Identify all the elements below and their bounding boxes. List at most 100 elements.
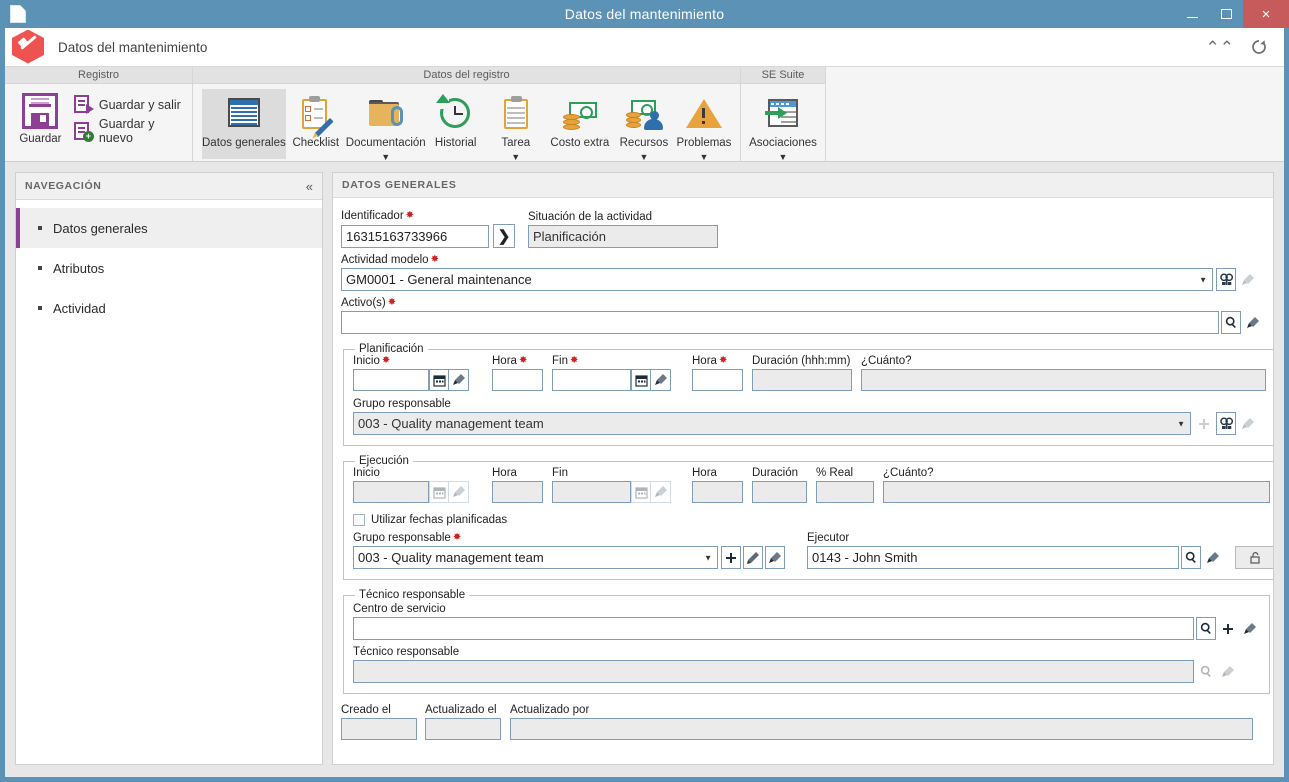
chevron-down-icon[interactable]: ▼ [699,153,708,162]
ejecutor-group: Ejecutor [807,532,1273,569]
plan-duracion-label: Duración (hhh:mm) [752,355,851,367]
identificador-group: Identificador ❯ [341,210,515,248]
centro-servicio-search-button[interactable] [1196,617,1216,640]
actualizado-por-label: Actualizado por [510,704,590,716]
bullet-icon [38,266,42,270]
utilizar-fechas-checkbox[interactable] [353,514,365,526]
plan-hora-inicio-input[interactable] [492,369,543,391]
ejec-fin-clear-button[interactable] [651,481,671,503]
tecnico-responsable-clear-button[interactable] [1218,660,1238,683]
ejec-fin-group: Fin [552,467,671,503]
chevron-down-icon[interactable]: ▼ [779,153,788,162]
refresh-icon[interactable] [1250,38,1268,56]
plan-fin-input[interactable] [552,369,631,391]
utilizar-fechas-row[interactable]: Utilizar fechas planificadas [353,514,1273,526]
close-button[interactable]: × [1243,0,1289,28]
plan-grupo-clear-button[interactable] [1238,412,1258,435]
sidebar-item-actividad[interactable]: Actividad [16,288,322,328]
app-logo-icon [12,29,46,64]
plan-cuanto-label: ¿Cuánto? [861,355,912,367]
ejec-cuanto-group: ¿Cuánto? [883,467,1270,503]
actividad-modelo-select[interactable] [341,268,1213,291]
ribbon-button-tarea[interactable]: Tarea ▼ [486,89,546,162]
plan-inicio-input[interactable] [353,369,429,391]
required-icon [519,355,527,366]
activos-search-button[interactable] [1221,311,1241,334]
collapse-sidebar-icon[interactable]: « [306,179,313,194]
ribbon-button-asociaciones[interactable]: Asociaciones ▼ [747,89,819,162]
plan-inicio-group: Inicio [353,355,469,391]
ribbon-group-title: Registro [5,67,192,84]
actividad-modelo-label: Actividad modelo [341,254,1263,266]
actividad-modelo-search-button[interactable] [1216,268,1236,291]
minimize-button[interactable] [1175,0,1209,28]
activos-label: Activo(s) [341,297,1263,309]
save-and-new-button[interactable]: + Guardar y nuevo [73,117,186,145]
ejecutor-input[interactable] [807,546,1179,569]
ejec-pct-real-input [816,481,874,503]
tecnico-responsable-input [353,660,1194,683]
collapse-ribbon-icon[interactable]: ⌃⌃ [1206,39,1235,56]
chevron-down-icon[interactable]: ▼ [381,153,390,162]
plan-hora-fin-input[interactable] [692,369,743,391]
required-icon [406,210,414,221]
plan-fin-clear-button[interactable] [651,369,671,391]
sidebar-item-datos-generales[interactable]: Datos generales [16,208,322,248]
actualizado-el-input [425,718,501,740]
centro-servicio-input[interactable] [353,617,1194,640]
extra-cost-icon [561,94,599,132]
ribbon-button-costo-extra[interactable]: Costo extra [546,89,614,159]
window-title: Datos del mantenimiento [564,6,725,22]
maximize-button[interactable] [1209,0,1243,28]
chevron-down-icon[interactable]: ▼ [511,153,520,162]
ribbon-button-label: Recursos [619,137,669,149]
activos-clear-button[interactable] [1243,311,1263,334]
ribbon-button-historial[interactable]: Historial [426,89,486,159]
ribbon-button-label: Documentación [345,137,426,149]
plan-inicio-calendar-button[interactable] [429,369,449,391]
activos-group: Activo(s) [341,297,1263,334]
ejecutor-search-button[interactable] [1181,546,1201,569]
ejec-grupo-clear-button[interactable] [765,546,785,569]
ejec-grupo-edit-button[interactable] [743,546,763,569]
plan-fin-calendar-button[interactable] [631,369,651,391]
ejecutor-clear-button[interactable] [1203,546,1223,569]
activos-input[interactable] [341,311,1219,334]
identificador-input[interactable] [341,224,489,248]
ejec-hora-fin-input [692,481,743,503]
sidebar-item-atributos[interactable]: Atributos [16,248,322,288]
chevron-down-icon[interactable]: ▼ [639,153,648,162]
content-panel: DATOS GENERALES Identificador ❯ Situa [332,172,1274,765]
ejec-inicio-clear-button[interactable] [449,481,469,503]
plan-grupo-responsable-select[interactable] [353,412,1191,435]
ribbon-button-checklist[interactable]: Checklist [286,89,346,159]
ejec-grupo-responsable-select[interactable] [353,546,718,569]
ribbon-button-label: Tarea [501,137,531,149]
ejec-inicio-label: Inicio [353,467,380,479]
ribbon-button-problemas[interactable]: Problemas ▼ [674,89,734,162]
plan-grupo-search-button[interactable] [1216,412,1236,435]
bullet-icon [38,226,42,230]
identificador-go-button[interactable]: ❯ [493,224,515,248]
plan-cuanto-group: ¿Cuánto? [861,355,1266,391]
plan-inicio-clear-button[interactable] [449,369,469,391]
ribbon-button-documentacion[interactable]: Documentación ▼ [345,89,426,162]
ribbon-button-recursos[interactable]: Recursos ▼ [614,89,674,162]
save-exit-icon [73,95,94,114]
actividad-modelo-clear-button[interactable] [1238,268,1258,291]
ejec-grupo-add-button[interactable] [721,546,741,569]
ejec-inicio-input [353,481,429,503]
plan-grupo-responsable-label: Grupo responsable [353,398,451,410]
plan-cuanto-input [861,369,1266,391]
save-and-exit-button[interactable]: Guardar y salir [73,95,186,114]
ejec-fin-calendar-button[interactable] [631,481,651,503]
centro-servicio-clear-button[interactable] [1240,617,1260,640]
save-button[interactable]: Guardar [11,89,70,147]
ejec-inicio-calendar-button[interactable] [429,481,449,503]
centro-servicio-add-button[interactable] [1218,617,1238,640]
ribbon-button-datos-generales[interactable]: Datos generales [202,89,286,159]
tecnico-responsable-search-button[interactable] [1196,660,1216,683]
plan-hora-inicio-label: Hora [492,355,543,367]
unlock-button[interactable] [1235,546,1273,569]
plan-grupo-add-button[interactable] [1194,412,1214,435]
